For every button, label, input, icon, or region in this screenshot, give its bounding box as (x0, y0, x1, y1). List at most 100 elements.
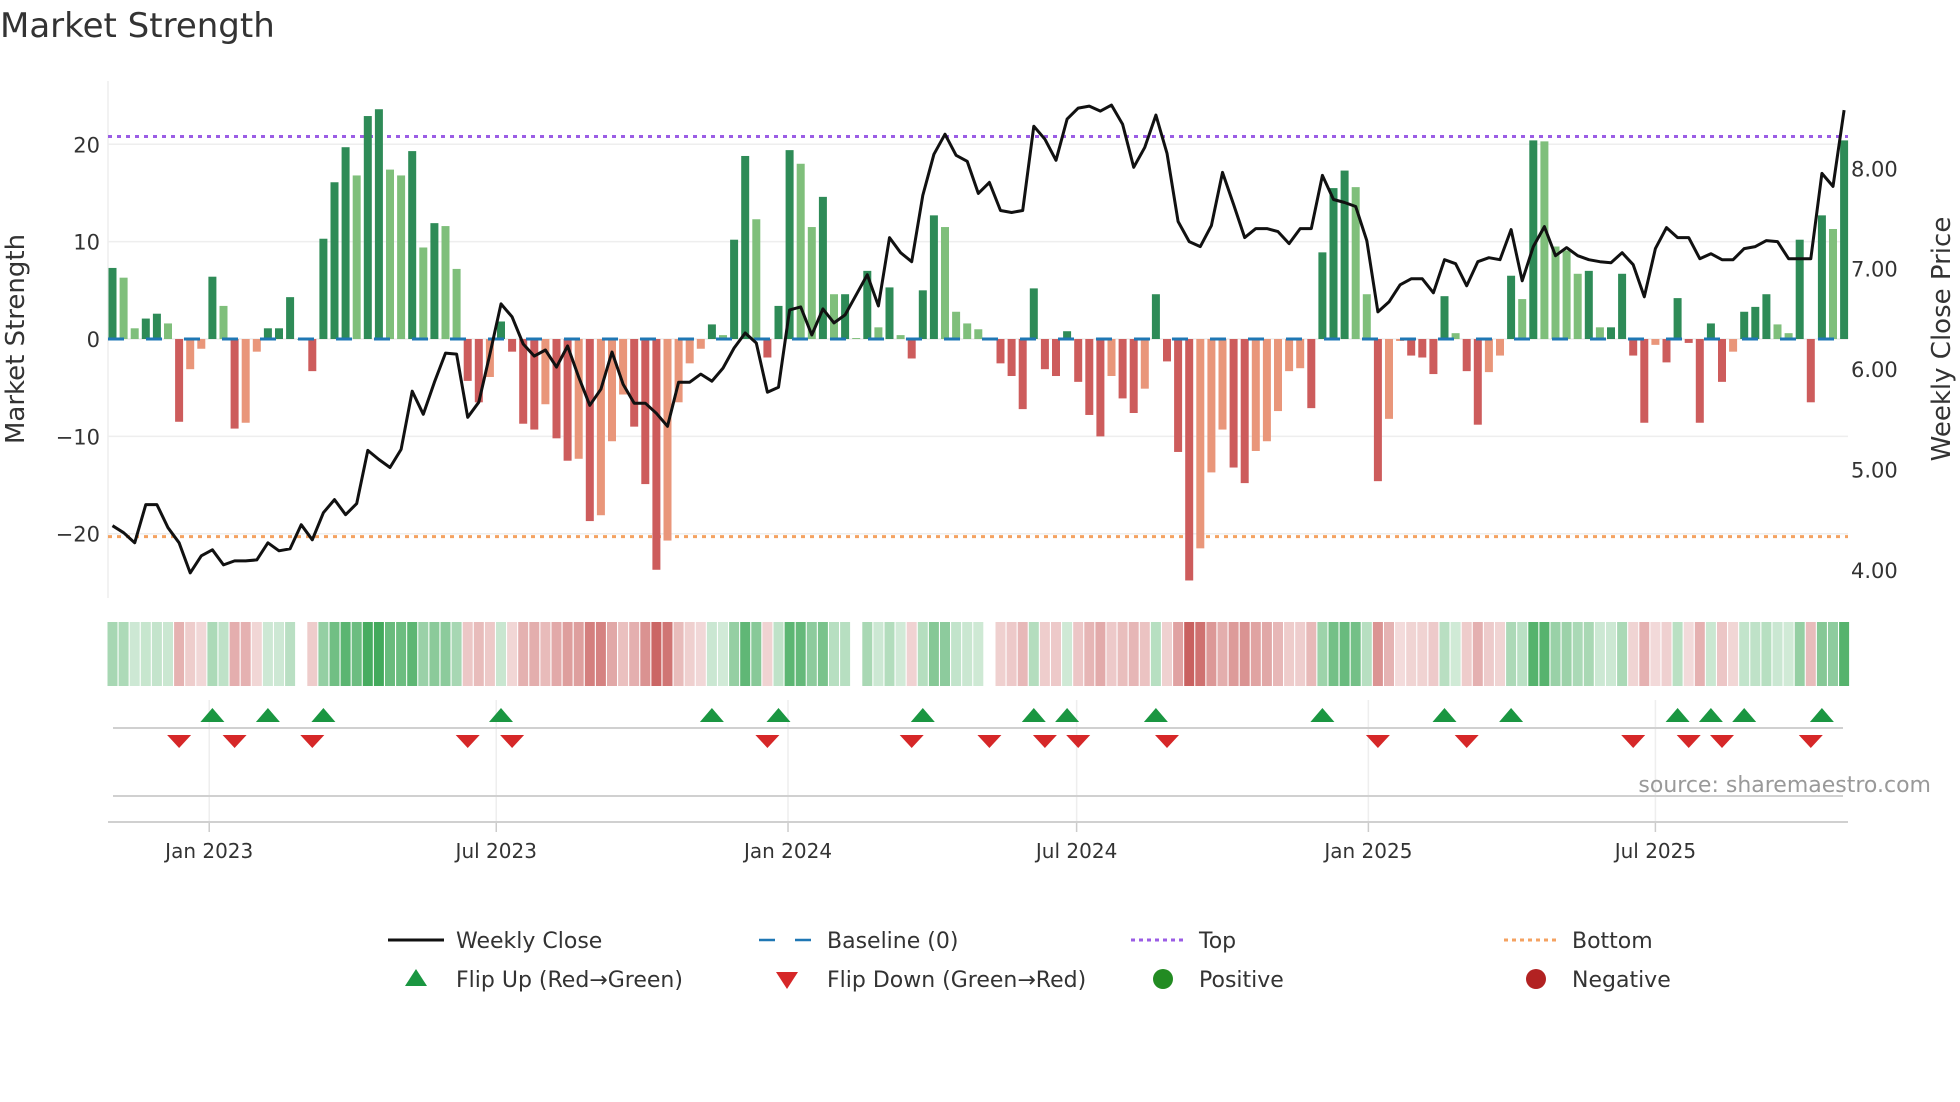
strength-bar (1040, 339, 1049, 370)
heat-cell (1328, 622, 1339, 686)
strength-bar (1329, 188, 1338, 340)
heat-cell (695, 622, 706, 686)
heat-cell (1350, 622, 1361, 686)
legend-triangle-down-icon (776, 972, 798, 989)
strength-bar (219, 305, 228, 340)
heat-cell (207, 622, 218, 686)
heat-cell (1150, 622, 1161, 686)
strength-bar (186, 339, 195, 370)
heat-cell (917, 622, 928, 686)
strength-bar (1806, 339, 1815, 403)
strength-bar (1196, 339, 1205, 549)
strength-bar (1151, 294, 1160, 340)
heat-cell (296, 622, 307, 686)
strength-bar (1274, 339, 1282, 412)
strength-bar (1607, 327, 1615, 340)
y2-tick-label: 4.00 (1851, 559, 1898, 583)
heat-cell (584, 622, 595, 686)
heat-cell (129, 622, 140, 686)
heat-cell (451, 622, 462, 686)
strength-bar (663, 339, 672, 541)
flip-down-marker (1454, 735, 1479, 748)
legend-label-weekly-close: Weekly Close (456, 929, 602, 954)
heat-cell (1162, 622, 1172, 686)
strength-bar (374, 109, 383, 340)
heat-cell (973, 622, 984, 686)
heat-cell (1261, 622, 1272, 686)
legend-label-negative: Negative (1572, 968, 1671, 993)
strength-bar (1684, 339, 1693, 343)
strength-bar (941, 227, 949, 340)
heat-cell (1384, 622, 1394, 686)
heat-cell (1184, 622, 1195, 686)
strength-bar (1562, 250, 1571, 340)
flip-up-marker (699, 708, 724, 722)
strength-bar (574, 339, 583, 459)
strength-bar (1773, 324, 1782, 340)
heat-cell (1073, 622, 1084, 686)
y2-axis-label: Weekly Close Price (1927, 217, 1957, 462)
heat-cell (218, 622, 229, 686)
strength-bar (497, 321, 505, 340)
strength-bar (652, 339, 661, 570)
y-tick-label: −10 (56, 425, 100, 449)
flip-down-marker (455, 735, 480, 748)
flip-up-marker (1143, 708, 1168, 722)
heat-cell (984, 622, 995, 686)
strength-bar (408, 151, 417, 340)
heat-cell (651, 622, 662, 686)
heat-cell (1095, 622, 1106, 686)
heat-cell (1506, 622, 1517, 686)
strength-bar (1551, 246, 1560, 340)
y2-tick-label: 8.00 (1851, 157, 1898, 181)
y-tick-label: 10 (73, 231, 100, 255)
heat-cell (1028, 622, 1039, 686)
flip-up-marker (1809, 708, 1834, 722)
heat-cell (1517, 622, 1528, 686)
heat-cell (118, 622, 129, 686)
strength-bar (585, 339, 594, 522)
strength-bar (108, 267, 117, 340)
heat-cell (1472, 622, 1483, 686)
legend-label-top: Top (1198, 929, 1236, 954)
strength-bar (1074, 339, 1083, 382)
strength-bar (1285, 339, 1294, 372)
heat-cell (307, 622, 318, 686)
heat-cell (1339, 622, 1350, 686)
heat-cell (1650, 622, 1661, 686)
heat-cell (1417, 622, 1428, 686)
strength-bar (852, 338, 861, 340)
heat-cell (529, 622, 540, 686)
legend-label-positive: Positive (1199, 968, 1284, 993)
heat-cell (1750, 622, 1761, 686)
heat-cell (784, 622, 795, 686)
heat-cell (1550, 622, 1561, 686)
strength-bar (308, 339, 317, 372)
heat-cell (473, 622, 484, 686)
heat-cell (1828, 622, 1838, 686)
strength-bar (996, 339, 1005, 364)
heat-cell (1128, 622, 1139, 686)
heat-cell (806, 622, 817, 686)
legend-triangle-up-icon (405, 969, 427, 986)
x-tick-label: Jul 2023 (454, 839, 537, 863)
strength-bar (319, 238, 328, 340)
heat-cell (1717, 622, 1727, 686)
heat-cell (429, 622, 440, 686)
strength-bar (241, 339, 250, 423)
heat-cell (1761, 622, 1772, 686)
strength-bar (1218, 339, 1227, 430)
strength-bar (1418, 339, 1427, 358)
legend-circle-icon (1526, 969, 1546, 989)
heat-cell (1295, 622, 1306, 686)
strength-bar (1385, 339, 1393, 419)
strength-bar (441, 226, 450, 340)
heat-cell (729, 622, 740, 686)
strength-bar (230, 339, 239, 429)
flip-down-marker (1676, 735, 1701, 748)
strength-bar (552, 339, 561, 439)
heat-cell (751, 622, 762, 686)
heat-cell (1206, 622, 1217, 686)
flip-up-marker (255, 708, 280, 722)
strength-bar (452, 268, 461, 340)
